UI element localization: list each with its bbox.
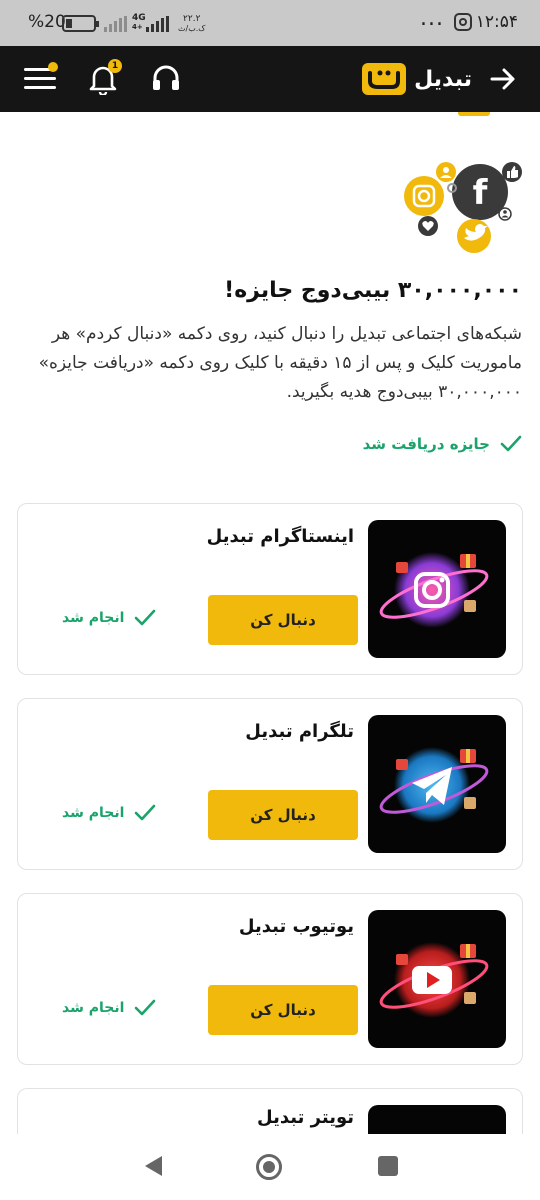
status-time: ۱۲:۵۴ [475, 12, 518, 32]
task-done-status: انجام شد [62, 998, 156, 1018]
heart-icon [418, 216, 438, 236]
tabdeal-logo-icon [362, 63, 407, 95]
task-card-youtube: یوتیوب تبدیل دنبال کن انجام شد [17, 893, 523, 1065]
battery-icon [62, 15, 99, 32]
signal-strength-icon [104, 16, 127, 32]
profile-icon [498, 207, 512, 221]
task-card-instagram: اینستاگرام تبدیل دنبال کن انجام شد [17, 503, 523, 675]
task-card-twitter: تویتر تبدیل [17, 1088, 523, 1134]
svg-text:f: f [473, 173, 489, 213]
check-icon [135, 609, 156, 626]
youtube-thumbnail [368, 910, 506, 1048]
reward-received-label: جایزه دریافت شد [362, 435, 490, 453]
network-type: 4G 4+ [132, 13, 146, 32]
task-done-label: انجام شد [62, 805, 125, 821]
task-done-status: انجام شد [62, 803, 156, 823]
menu-indicator-dot [48, 62, 58, 72]
social-media-illustration: f [404, 162, 522, 253]
task-title: اینستاگرام تبدیل [206, 526, 354, 547]
follow-button[interactable]: دنبال کن [208, 595, 358, 645]
arrow-right-icon[interactable] [486, 62, 520, 96]
more-notifications-icon: ... [420, 6, 444, 31]
instagram-thumbnail [368, 520, 506, 658]
system-navigation-bar [0, 1134, 540, 1200]
twitter-thumbnail [368, 1105, 506, 1134]
task-title: یوتیوب تبدیل [238, 916, 354, 937]
app-logo[interactable]: تبدیل [360, 59, 472, 99]
task-title: تویتر تبدیل [257, 1107, 354, 1128]
follow-button[interactable]: دنبال کن [208, 790, 358, 840]
active-tab-indicator [458, 112, 490, 116]
twitter-icon [457, 219, 491, 253]
telegram-thumbnail [368, 715, 506, 853]
app-header: تبدیل 1 [0, 46, 540, 112]
notification-badge: 1 [108, 59, 122, 73]
check-icon [135, 999, 156, 1016]
like-icon [502, 162, 522, 182]
instagram-notification-icon [454, 13, 472, 31]
instagram-icon [379, 552, 489, 628]
task-done-status: انجام شد [62, 608, 156, 628]
signal-strength-icon-2 [146, 16, 169, 32]
reward-received-status: جایزه دریافت شد [363, 432, 522, 456]
telegram-icon [379, 747, 489, 823]
task-card-telegram: تلگرام تبدیل دنبال کن انجام شد [17, 698, 523, 870]
instagram-icon [404, 176, 444, 216]
battery-percent: %20 [28, 12, 66, 32]
check-icon [135, 804, 156, 821]
status-bar: ۱۲:۵۴ ... %20 4G 4+ ۲۲.۲ ک.ب/ث [0, 0, 540, 46]
nav-recent-apps-icon[interactable] [378, 1156, 398, 1176]
task-done-label: انجام شد [62, 1000, 125, 1016]
nav-back-icon[interactable] [142, 1154, 164, 1178]
task-done-label: انجام شد [62, 610, 125, 626]
youtube-icon [379, 942, 489, 1018]
task-title: تلگرام تبدیل [245, 721, 354, 742]
nav-home-icon[interactable] [256, 1154, 282, 1180]
users-icon [436, 162, 456, 182]
reward-description: شبکه‌های اجتماعی تبدیل را دنبال کنید، رو… [38, 324, 522, 402]
follow-button[interactable]: دنبال کن [208, 985, 358, 1035]
reward-title: ۳۰,۰۰۰,۰۰۰ بیبی‌دوج جایزه! [224, 278, 522, 303]
app-name: تبدیل [414, 66, 472, 92]
check-icon [500, 435, 522, 452]
network-speed: ۲۲.۲ ک.ب/ث [178, 14, 206, 34]
headset-support-icon[interactable] [150, 63, 182, 95]
